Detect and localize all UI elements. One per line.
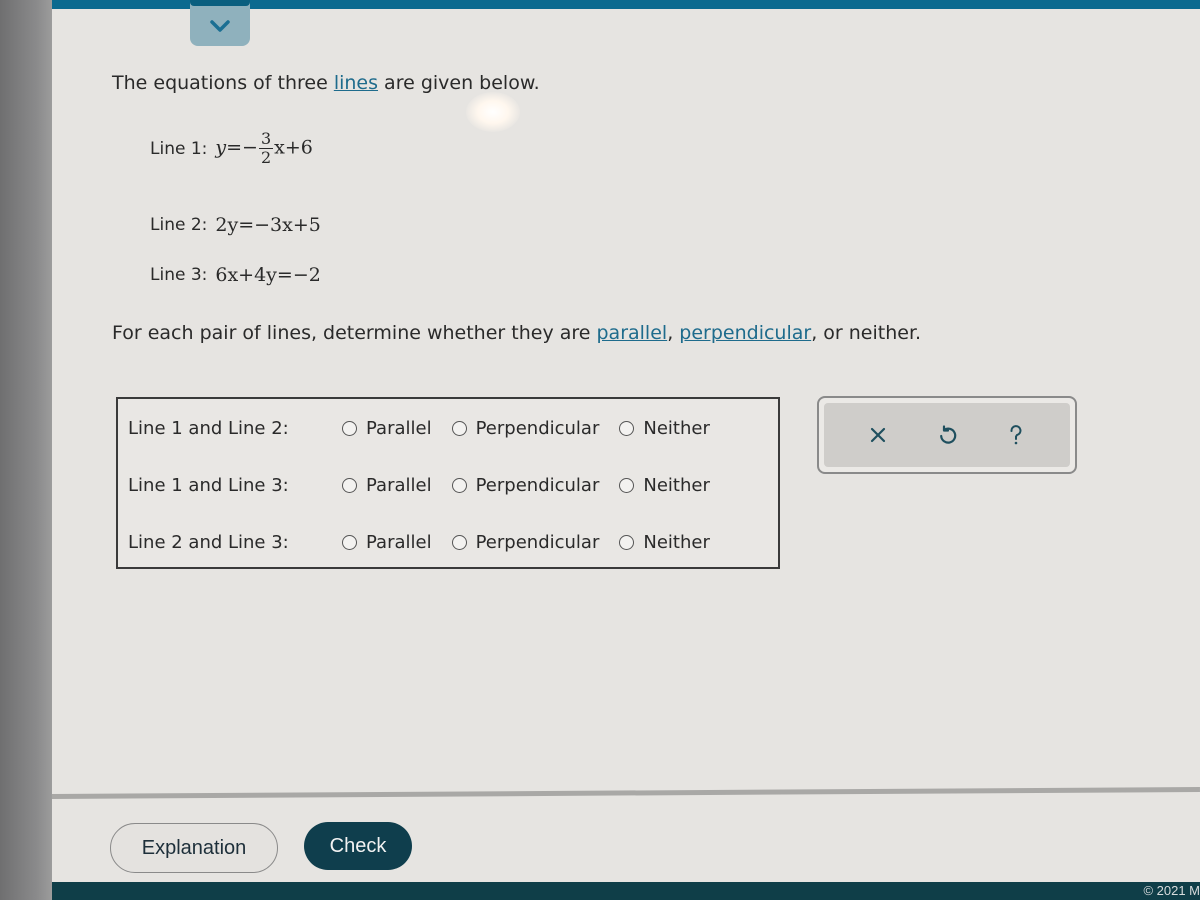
clear-button[interactable] (864, 421, 892, 449)
answer-row-line1-line3: Line 1 and Line 3: Parallel Perpendicula… (128, 470, 730, 500)
option-perpendicular[interactable]: Perpendicular (451, 417, 600, 439)
option-parallel[interactable]: Parallel (342, 418, 432, 439)
option-label: Parallel (366, 417, 432, 439)
answer-row-line2-line3: Line 2 and Line 3: Parallel Perpendicula… (128, 527, 730, 557)
pair-label: Line 2 and Line 3: (128, 531, 289, 553)
equation-rest: x+6 (274, 136, 313, 159)
question-content: The equations of three lines are given b… (0, 0, 1200, 900)
instruction-separator: , (667, 322, 680, 344)
option-perpendicular[interactable]: Perpendicular (451, 474, 600, 496)
intro-text-end: are given below. (378, 72, 540, 94)
fraction-denominator: 2 (260, 148, 272, 167)
option-neither[interactable]: Neither (619, 417, 710, 439)
radio-button[interactable] (619, 477, 635, 493)
radio-button[interactable] (451, 534, 467, 550)
radio-button[interactable] (619, 420, 635, 436)
equation-lhs: y (215, 136, 227, 159)
instruction-text-start: For each pair of lines, determine whethe… (112, 322, 597, 344)
instruction-text-end: , or neither. (811, 322, 922, 344)
help-button[interactable] (1002, 421, 1030, 449)
lines-link[interactable]: lines (334, 72, 378, 94)
option-label: Neither (643, 417, 710, 439)
equation-line-2: Line 2: 2y=−3x+5 (150, 214, 321, 236)
equation-label: Line 3: (150, 265, 208, 285)
equation-math: 6x+4y=−2 (215, 264, 321, 286)
intro-text: The equations of three lines are given b… (112, 72, 540, 94)
close-icon (871, 427, 886, 443)
radio-button[interactable] (451, 477, 467, 493)
explanation-button[interactable]: Explanation (110, 823, 278, 873)
equation-label: Line 1: (150, 138, 208, 159)
pair-label: Line 1 and Line 3: (128, 474, 289, 496)
option-label: Perpendicular (475, 417, 600, 439)
screen-glare (466, 92, 520, 132)
radio-button[interactable] (619, 534, 635, 550)
option-label: Parallel (366, 474, 432, 496)
check-button[interactable]: Check (304, 822, 412, 870)
intro-text-start: The equations of three (112, 72, 334, 94)
copyright-text: © 2021 M (1143, 883, 1200, 898)
fraction: 32 (258, 129, 274, 167)
radio-button[interactable] (342, 477, 357, 493)
option-neither[interactable]: Neither (619, 531, 710, 553)
answer-tools (824, 403, 1070, 467)
answer-row-line1-line2: Line 1 and Line 2: Parallel Perpendicula… (128, 413, 730, 443)
instruction-text: For each pair of lines, determine whethe… (112, 322, 921, 344)
option-neither[interactable]: Neither (619, 474, 710, 496)
option-label: Neither (643, 531, 710, 553)
equation-line-3: Line 3: 6x+4y=−2 (150, 264, 321, 286)
option-parallel[interactable]: Parallel (342, 475, 432, 496)
perpendicular-link[interactable]: perpendicular (679, 322, 811, 344)
answer-tools-panel (817, 396, 1077, 474)
parallel-link[interactable]: parallel (597, 322, 668, 344)
equation-math: y=− 3 2 x+6 (215, 130, 313, 167)
equation-math: 2y=−3x+5 (215, 214, 321, 236)
option-perpendicular[interactable]: Perpendicular (451, 531, 600, 553)
fraction-numerator: 3 (258, 129, 274, 149)
equation-label: Line 2: (150, 215, 208, 235)
undo-button[interactable] (933, 421, 961, 449)
pair-label: Line 1 and Line 2: (128, 417, 289, 439)
equation-sign: =− (226, 136, 258, 159)
equation-line-1: Line 1: y=− 3 2 x+6 (150, 130, 313, 167)
option-label: Perpendicular (475, 474, 600, 496)
undo-icon (940, 425, 957, 444)
radio-button[interactable] (342, 534, 357, 550)
footer-bar: © 2021 M (52, 882, 1200, 900)
answer-box: Line 1 and Line 2: Parallel Perpendicula… (116, 397, 780, 569)
option-label: Neither (643, 474, 710, 496)
radio-button[interactable] (342, 420, 357, 436)
option-label: Parallel (366, 531, 432, 553)
option-parallel[interactable]: Parallel (342, 532, 432, 553)
option-label: Perpendicular (475, 531, 600, 553)
help-icon (1010, 425, 1022, 445)
radio-button[interactable] (451, 420, 467, 436)
